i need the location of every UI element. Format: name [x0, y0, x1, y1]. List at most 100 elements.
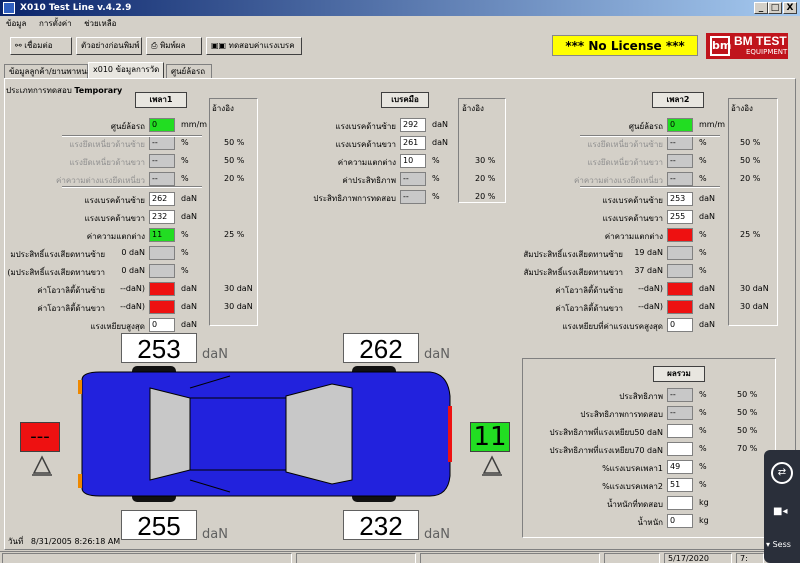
axle2-row-value[interactable] — [667, 228, 693, 242]
summary-row-value[interactable] — [667, 496, 693, 510]
axle1-row-value[interactable] — [149, 282, 175, 296]
summary-row-reference: 50 % — [737, 408, 758, 417]
summary-row-value[interactable] — [667, 442, 693, 456]
brake-test-button[interactable]: ▣▣ ทดสอบค่าแรงเบรค — [206, 37, 302, 55]
tab-wheel-alignment[interactable]: ศูนย์ล้อรถ — [166, 64, 212, 78]
axle2-row-value[interactable] — [667, 300, 693, 314]
summary-row-label: ประสิทธิภาพที่แรงเหยียบ50 daN — [549, 428, 663, 437]
handbrake-row-unit: % — [432, 174, 440, 183]
axle1-row-value[interactable]: 0 — [149, 118, 175, 132]
axle2-row-label: สัมประสิทธิ์แรงเสียดทานขวา — [523, 268, 623, 277]
summary-row-value[interactable] — [667, 424, 693, 438]
axle1-row-unit: daN — [181, 302, 197, 311]
axle2-row-label: แรงเหยียบที่ค่าแรงเบรคสูงสุด — [562, 322, 663, 331]
summary-row-unit: % — [699, 462, 707, 471]
rear-left-force: 255 — [121, 510, 197, 541]
axle2-row-unit: daN — [699, 212, 715, 221]
logo-line1: BM TEST — [734, 34, 787, 48]
handbrake-row-value[interactable]: -- — [400, 190, 426, 204]
axle1-row-reference: 30 daN — [224, 302, 253, 311]
axle1-row-unit: % — [181, 230, 189, 239]
axle2-ref-label: อ้างอิง — [731, 104, 753, 113]
handbrake-row-value[interactable]: 261 — [400, 136, 426, 150]
summary-row-unit: kg — [699, 498, 709, 507]
axle1-row-label: ค่าโอวาลิตี้ด้านซ้าย — [37, 286, 105, 295]
teamviewer-panel[interactable]: ⇄ ■◂ ▾ Sess — [764, 450, 800, 563]
handbrake-row-value[interactable]: -- — [400, 172, 426, 186]
axle1-row-label: แรงเบรคด้านขวา — [84, 214, 145, 223]
axle1-row-value[interactable]: 232 — [149, 210, 175, 224]
brake-test-label: ทดสอบค่าแรงเบรค — [228, 41, 295, 50]
axle2-row-value[interactable]: -- — [667, 154, 693, 168]
right-indicator: 11 — [470, 422, 510, 452]
print-button[interactable]: ⎙ พิมพ์ผล — [146, 37, 202, 55]
menu-settings[interactable]: การตั้งค่า — [39, 19, 72, 28]
rear-right-force: 232 — [343, 510, 419, 541]
print-preview-button[interactable]: ตัวอย่างก่อนพิมพ์ — [76, 37, 142, 55]
axle1-row-unit: % — [181, 138, 189, 147]
axle2-row-value[interactable]: 253 — [667, 192, 693, 206]
summary-row-value[interactable]: 49 — [667, 460, 693, 474]
handbrake-row-label: ค่าความแตกต่าง — [337, 158, 396, 167]
axle1-row-reference: 25 % — [224, 230, 245, 239]
axle1-row-value[interactable]: -- — [149, 172, 175, 186]
group-separator — [62, 186, 202, 188]
axle2-row-unit: daN — [699, 320, 715, 329]
axle2-row-value[interactable]: 255 — [667, 210, 693, 224]
axle2-row-label: แรงยึดเหนี่ยวด้านซ้าย — [587, 140, 663, 149]
axle2-row-label: แรงยึดเหนี่ยวด้านขวา — [587, 158, 663, 167]
status-pane — [420, 553, 600, 563]
axle2-row-unit: daN — [699, 302, 715, 311]
axle1-row-value[interactable]: -- — [149, 136, 175, 150]
axle2-row-reference: 30 daN — [740, 302, 769, 311]
rear-left-unit: daN — [202, 527, 228, 542]
axle1-row-value[interactable] — [149, 246, 175, 260]
axle2-row-value[interactable]: -- — [667, 136, 693, 150]
summary-row-label: %แรงเบรคเพลา2 — [602, 482, 663, 491]
axle2-row-unit: % — [699, 174, 707, 183]
axle1-row-value[interactable] — [149, 264, 175, 278]
tab-measurement[interactable]: x010 ข้อมูลการวัด — [88, 62, 164, 79]
summary-row-value[interactable]: 51 — [667, 478, 693, 492]
axle1-row-unit: daN — [181, 212, 197, 221]
connect-button[interactable]: ⚯ เชื่อมต่อ — [10, 37, 72, 55]
axle2-row-value[interactable]: 0 — [667, 318, 693, 332]
axle2-row-pre: 37 daN — [634, 266, 663, 275]
scale-icon — [32, 455, 52, 476]
minimize-button[interactable]: _ — [754, 2, 768, 14]
teamviewer-icon[interactable]: ⇄ — [771, 462, 793, 484]
axle2-row-value[interactable] — [667, 264, 693, 278]
axle2-row-value[interactable] — [667, 246, 693, 260]
session-tab[interactable]: ▾ Sess — [766, 540, 791, 549]
axle2-row-unit: mm/m — [699, 120, 726, 129]
summary-row-value[interactable]: -- — [667, 406, 693, 420]
axle1-row-value[interactable]: 0 — [149, 318, 175, 332]
status-pane — [604, 553, 660, 563]
axle1-row-value[interactable] — [149, 300, 175, 314]
link-icon: ⚯ — [15, 41, 22, 50]
summary-row-value[interactable]: 0 — [667, 514, 693, 528]
axle1-header: เพลา1 — [135, 92, 187, 108]
summary-row-reference: 70 % — [737, 444, 758, 453]
axle2-row-value[interactable]: 0 — [667, 118, 693, 132]
menu-data[interactable]: ข้อมูล — [6, 19, 26, 28]
restore-button[interactable]: □ — [768, 2, 782, 14]
axle1-row-pre: 0 daN — [121, 248, 145, 257]
axle1-row-unit: daN — [181, 194, 197, 203]
axle1-row-value[interactable]: -- — [149, 154, 175, 168]
close-button[interactable]: X — [783, 2, 797, 14]
window-title: X010 Test Line v.4.2.9 — [20, 3, 132, 13]
tab-customer-vehicle[interactable]: ข้อมูลลูกค้า/ยานพาหนะ — [4, 64, 91, 78]
handbrake-row-value[interactable]: 10 — [400, 154, 426, 168]
summary-row-value[interactable]: -- — [667, 388, 693, 402]
axle2-row-value[interactable] — [667, 282, 693, 296]
axle2-row-value[interactable]: -- — [667, 172, 693, 186]
axle2-row-label: แรงเบรคด้านซ้าย — [602, 196, 663, 205]
axle1-row-value[interactable]: 262 — [149, 192, 175, 206]
handbrake-row-value[interactable]: 292 — [400, 118, 426, 132]
menu-help[interactable]: ช่วยเหลือ — [84, 19, 116, 28]
axle1-row-pre: 0 daN — [121, 266, 145, 275]
axle1-row-value[interactable]: 11 — [149, 228, 175, 242]
camera-icon[interactable]: ■◂ — [773, 506, 787, 517]
scale-icon — [482, 455, 502, 476]
